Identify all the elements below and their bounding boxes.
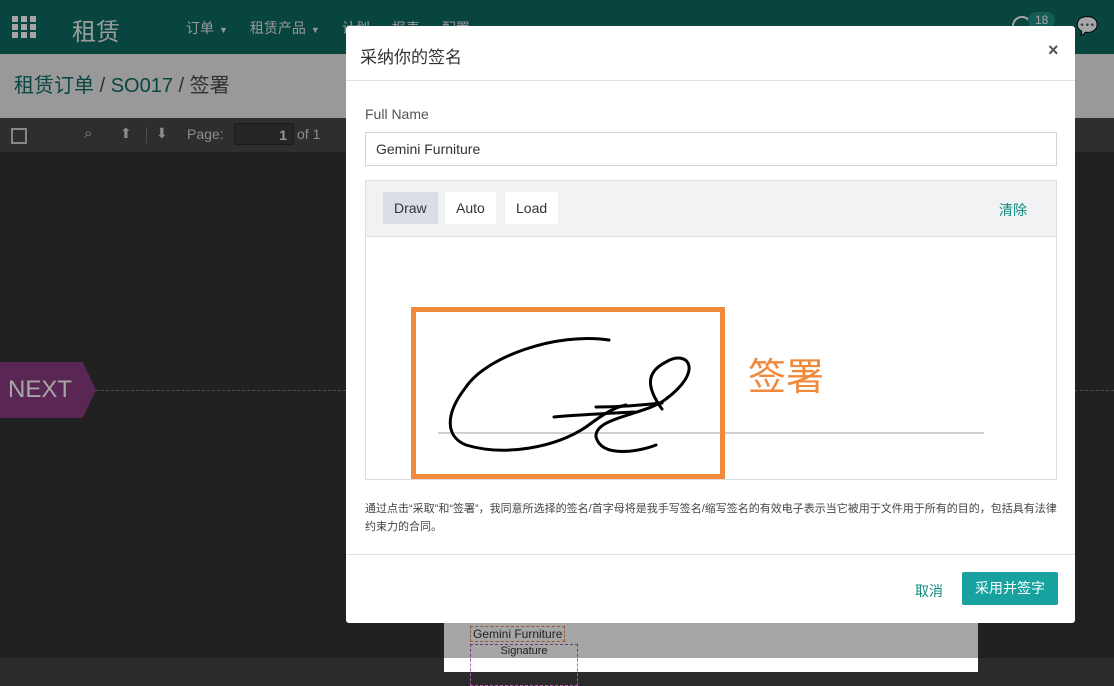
annotation-highlight-box <box>411 307 725 479</box>
annotation-label: 签署 <box>748 357 825 399</box>
dialog-footer-divider <box>346 554 1075 555</box>
adopt-and-sign-button[interactable]: 采用并签字 <box>962 572 1058 605</box>
draw-mode-button[interactable]: Draw <box>383 192 438 224</box>
load-mode-button[interactable]: Load <box>505 192 559 224</box>
clear-signature-link[interactable]: 清除 <box>999 200 1027 220</box>
cancel-button[interactable]: 取消 <box>915 581 943 601</box>
signature-mode-toolbar: Draw Auto Load 清除 <box>366 181 1056 237</box>
legal-notice: 通过点击“采取”和“签署”，我同意所选择的签名/首字母将是我手写签名/缩写签名的… <box>365 503 1057 533</box>
auto-mode-button[interactable]: Auto <box>445 192 496 224</box>
dialog-title: 采纳你的签名 <box>360 48 462 67</box>
full-name-input[interactable]: Gemini Furniture <box>365 132 1057 166</box>
full-name-label: Full Name <box>365 106 429 122</box>
dialog-header: 采纳你的签名 × <box>346 26 1075 81</box>
close-icon[interactable]: × <box>1048 40 1059 61</box>
